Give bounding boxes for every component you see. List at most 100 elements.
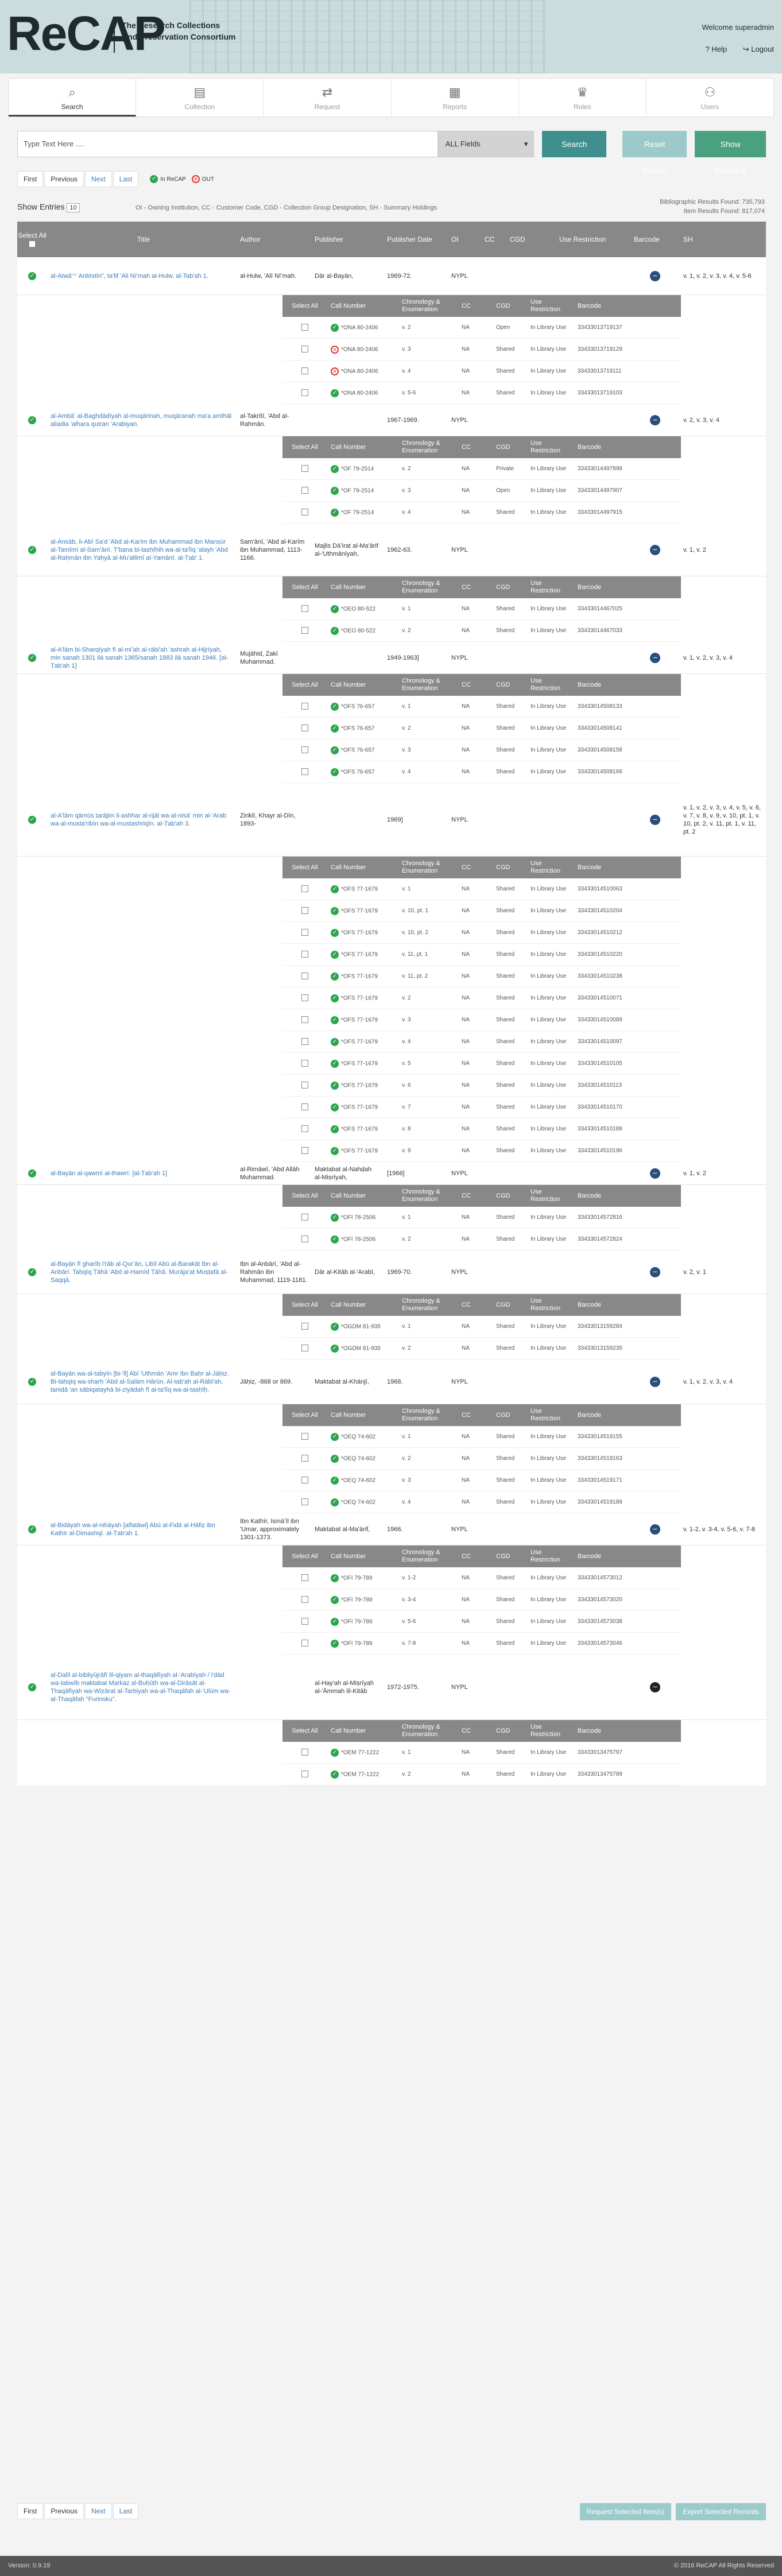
select-all-items[interactable]: Select All [282, 1412, 327, 1419]
item-checkbox[interactable] [301, 1498, 308, 1506]
item-checkbox[interactable] [301, 746, 308, 754]
collapse-icon[interactable]: − [650, 1524, 660, 1535]
item-checkbox[interactable] [301, 509, 308, 516]
item-checkbox[interactable] [301, 487, 308, 494]
item-checkbox[interactable] [301, 725, 308, 732]
item-checkbox[interactable] [301, 1477, 308, 1484]
item-checkbox[interactable] [301, 1103, 308, 1111]
item-checkbox[interactable] [301, 1596, 308, 1603]
last-page-button[interactable]: Last [113, 2503, 139, 2519]
record-title[interactable]: al-Bayān fī gharīb i'rāb al-Qurʼān, Libī… [47, 1258, 237, 1287]
item-checkbox[interactable] [301, 1433, 308, 1440]
item-checkbox[interactable] [301, 1640, 308, 1647]
record-title[interactable]: al-Atwāʻ⁼ʾAnbīstīn", ta'lif 'Ali Nī'mah … [47, 270, 237, 282]
next-page-button[interactable]: Next [85, 171, 112, 187]
item-checkbox[interactable] [301, 703, 308, 710]
reset-search-button[interactable]: Reset Search [622, 131, 687, 175]
item-checkbox[interactable] [301, 885, 308, 893]
last-page-button[interactable]: Last [113, 171, 139, 187]
show-entries-select[interactable]: 10 [67, 203, 80, 212]
col-sh[interactable]: SH [680, 235, 766, 243]
record-title[interactable]: al-Bidāyah wa-al-nihāyah [alfatāwi] Abū … [47, 1519, 237, 1540]
previous-page-button[interactable]: Previous [44, 171, 84, 187]
select-all-items[interactable]: Select All [282, 584, 327, 591]
previous-page-button[interactable]: Previous [44, 2503, 84, 2519]
collapse-icon[interactable]: − [650, 652, 660, 663]
item-checkbox[interactable] [301, 627, 308, 634]
item-checkbox[interactable] [301, 1214, 308, 1221]
item-checkbox[interactable] [301, 1323, 308, 1330]
item-checkbox[interactable] [301, 768, 308, 776]
select-all-items[interactable]: Select All [282, 681, 327, 689]
record-title[interactable]: al-Bayān wa-al-tabyīn [bi-'ll] Abī 'Uthm… [47, 1368, 237, 1396]
collapse-icon[interactable]: − [650, 1168, 660, 1179]
item-checkbox[interactable] [301, 465, 308, 472]
select-all-items[interactable]: Select All [282, 1301, 327, 1309]
record-title[interactable]: al-A'lām bi-Sharqīyah fī al-miʼah al-rāb… [47, 644, 237, 672]
first-page-button[interactable]: First [17, 171, 44, 187]
item-checkbox[interactable] [301, 1060, 308, 1067]
show-facets-button[interactable]: Show Facets ▾ [695, 131, 766, 175]
item-checkbox[interactable] [301, 907, 308, 915]
item-checkbox[interactable] [301, 1574, 308, 1582]
select-all-items[interactable]: Select All [282, 444, 327, 451]
select-all-items[interactable]: Select All [282, 1192, 327, 1200]
first-page-button[interactable]: First [17, 2503, 44, 2519]
logout-link[interactable]: ↪ Logout [743, 45, 774, 53]
col-publisher-date[interactable]: Publisher Date [384, 235, 448, 243]
item-checkbox[interactable] [301, 973, 308, 980]
col-barcode[interactable]: Barcode [630, 235, 680, 243]
select-all-checkbox[interactable] [29, 240, 36, 247]
collapse-icon[interactable]: − [650, 415, 660, 425]
select-all-header[interactable]: Select All [17, 231, 47, 247]
request-selected-button[interactable]: Request Selected Item(s) [579, 2503, 672, 2520]
item-checkbox[interactable] [301, 994, 308, 1002]
item-checkbox[interactable] [301, 1235, 308, 1243]
item-checkbox[interactable] [301, 1147, 308, 1155]
col-publisher[interactable]: Publisher [311, 235, 384, 243]
col-title[interactable]: Title [47, 235, 237, 243]
collapse-icon[interactable]: − [650, 1266, 660, 1277]
nav-roles[interactable]: ♛ Roles [519, 79, 646, 117]
next-page-button[interactable]: Next [85, 2503, 112, 2519]
item-checkbox[interactable] [301, 1016, 308, 1024]
item-checkbox[interactable] [301, 389, 308, 397]
col-cgd[interactable]: CGD [506, 235, 556, 243]
item-checkbox[interactable] [301, 1455, 308, 1462]
collapse-icon[interactable]: − [650, 814, 660, 825]
nav-reports[interactable]: ▦ Reports [392, 79, 519, 117]
item-checkbox[interactable] [301, 929, 308, 936]
item-checkbox[interactable] [301, 324, 308, 331]
select-all-items[interactable]: Select All [282, 864, 327, 871]
nav-search[interactable]: ⌕ Search [9, 79, 137, 117]
item-checkbox[interactable] [301, 605, 308, 613]
field-select[interactable]: ALL Fields [438, 131, 535, 157]
item-checkbox[interactable] [301, 1125, 308, 1133]
col-oi[interactable]: OI [448, 235, 481, 243]
help-link[interactable]: ? Help [706, 45, 727, 53]
item-checkbox[interactable] [301, 951, 308, 958]
item-checkbox[interactable] [301, 346, 308, 353]
item-checkbox[interactable] [301, 367, 308, 375]
record-title[interactable]: al-Ansāb, li-Abī Sa'd 'Abd al-Karīm ibn … [47, 536, 237, 564]
nav-request[interactable]: ⇄ Request [264, 79, 392, 117]
record-title[interactable]: al-Bayān al-qawmī al-thawrī. [al-Ṭab'ah … [47, 1167, 237, 1180]
nav-collection[interactable]: ▤ Collection [136, 79, 264, 117]
item-checkbox[interactable] [301, 1038, 308, 1045]
item-checkbox[interactable] [301, 1749, 308, 1756]
record-title[interactable]: al-Dalīl al-bibliyūjrāfī lil-qiyam al-th… [47, 1669, 237, 1706]
export-selected-button[interactable]: Export Selected Records [676, 2503, 766, 2520]
col-cc[interactable]: CC [481, 235, 506, 243]
record-title[interactable]: al-A'lām qāmūs tarājim li-ashhar al-rijā… [47, 809, 237, 830]
col-author[interactable]: Author [237, 235, 311, 243]
nav-users[interactable]: ⚇ Users [646, 79, 773, 117]
select-all-items[interactable]: Select All [282, 1727, 327, 1735]
record-title[interactable]: al-Ambāʼ al-Baghdādīyah al-muqārinah, mu… [47, 410, 237, 431]
item-checkbox[interactable] [301, 1082, 308, 1089]
select-all-items[interactable]: Select All [282, 303, 327, 310]
search-input[interactable]: Type Text Here .... [17, 131, 438, 157]
collapse-icon[interactable]: − [650, 544, 660, 555]
item-checkbox[interactable] [301, 1771, 308, 1778]
search-button[interactable]: Search [542, 131, 607, 157]
collapse-icon[interactable]: − [650, 270, 660, 281]
